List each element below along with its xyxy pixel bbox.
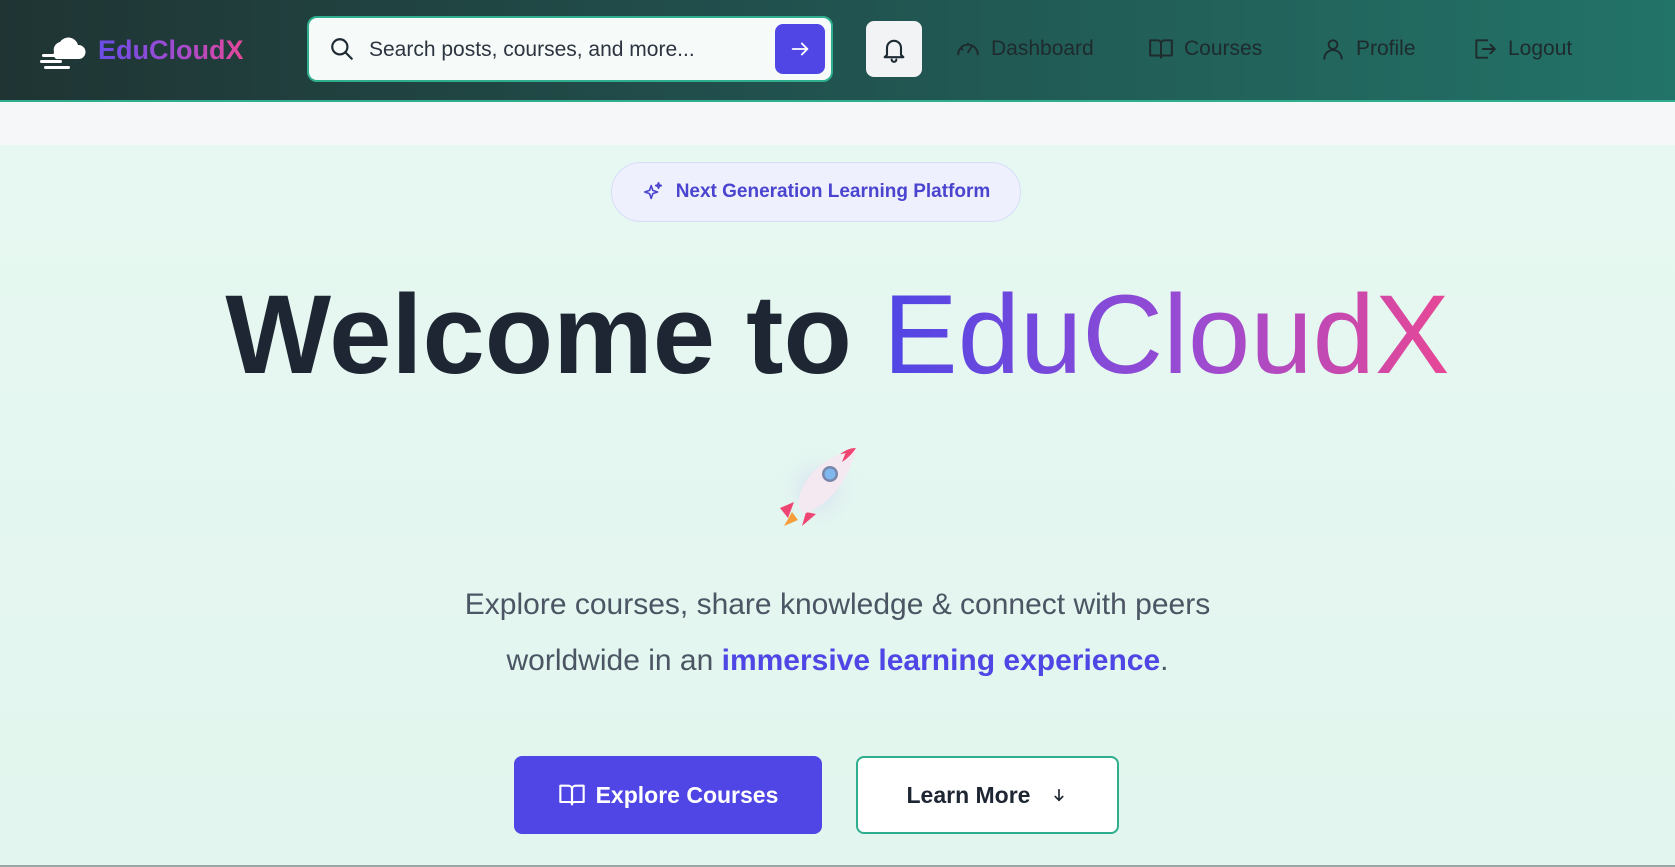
sparkles-icon bbox=[643, 182, 662, 200]
nav-courses-label: Courses bbox=[1184, 37, 1263, 60]
search-icon bbox=[331, 38, 353, 60]
cloud-logo-icon bbox=[40, 37, 86, 69]
hero-title: Welcome to EduCloudX bbox=[0, 275, 1675, 395]
arrow-down-icon bbox=[1054, 788, 1065, 802]
rocket-icon bbox=[774, 446, 862, 534]
learn-more-button[interactable]: Learn More bbox=[856, 756, 1119, 834]
arrow-right-icon bbox=[791, 42, 809, 56]
search-submit-button[interactable] bbox=[775, 24, 825, 74]
nav-logout[interactable]: Logout bbox=[1472, 33, 1572, 65]
explore-courses-label: Explore Courses bbox=[595, 781, 779, 808]
hero-title-prefix: Welcome to bbox=[225, 272, 852, 397]
gauge-icon bbox=[957, 42, 979, 56]
notifications-button[interactable] bbox=[866, 21, 922, 77]
nav-profile[interactable]: Profile bbox=[1320, 33, 1416, 65]
hero-title-brand: EduCloudX bbox=[883, 272, 1450, 397]
nav-logout-label: Logout bbox=[1508, 37, 1573, 60]
hero-subtitle-line2-start: worldwide in an bbox=[506, 644, 714, 677]
hero-section: Next Generation Learning Platform Welcom… bbox=[0, 145, 1675, 867]
learn-more-label: Learn More bbox=[906, 781, 1031, 808]
nav-dashboard[interactable]: Dashboard bbox=[955, 33, 1094, 65]
nav-courses[interactable]: Courses bbox=[1148, 33, 1262, 65]
hero-subtitle-end: . bbox=[1160, 644, 1169, 677]
platform-badge: Next Generation Learning Platform bbox=[611, 162, 1021, 222]
user-icon bbox=[1323, 39, 1343, 60]
platform-badge-text: Next Generation Learning Platform bbox=[675, 181, 991, 202]
book-icon bbox=[1149, 39, 1173, 59]
brand[interactable]: EduCloudX bbox=[40, 28, 243, 72]
explore-courses-button[interactable]: Explore Courses bbox=[514, 756, 822, 834]
hero-subtitle-highlight: immersive learning experience bbox=[721, 644, 1161, 677]
bell-icon bbox=[883, 39, 905, 63]
logout-icon bbox=[1475, 39, 1496, 59]
brand-name: EduCloudX bbox=[98, 34, 244, 65]
hero-subtitle-line1: Explore courses, share knowledge & conne… bbox=[464, 588, 1211, 621]
hero-subtitle: Explore courses, share knowledge & conne… bbox=[0, 577, 1675, 689]
search-input[interactable] bbox=[369, 32, 769, 68]
search-bar bbox=[307, 16, 833, 82]
book-icon bbox=[558, 784, 585, 806]
spacer-band bbox=[0, 102, 1675, 145]
nav-profile-label: Profile bbox=[1356, 37, 1416, 60]
top-navbar: EduCloudX Dashboard Courses Prof bbox=[0, 0, 1675, 102]
nav-dashboard-label: Dashboard bbox=[991, 37, 1094, 60]
